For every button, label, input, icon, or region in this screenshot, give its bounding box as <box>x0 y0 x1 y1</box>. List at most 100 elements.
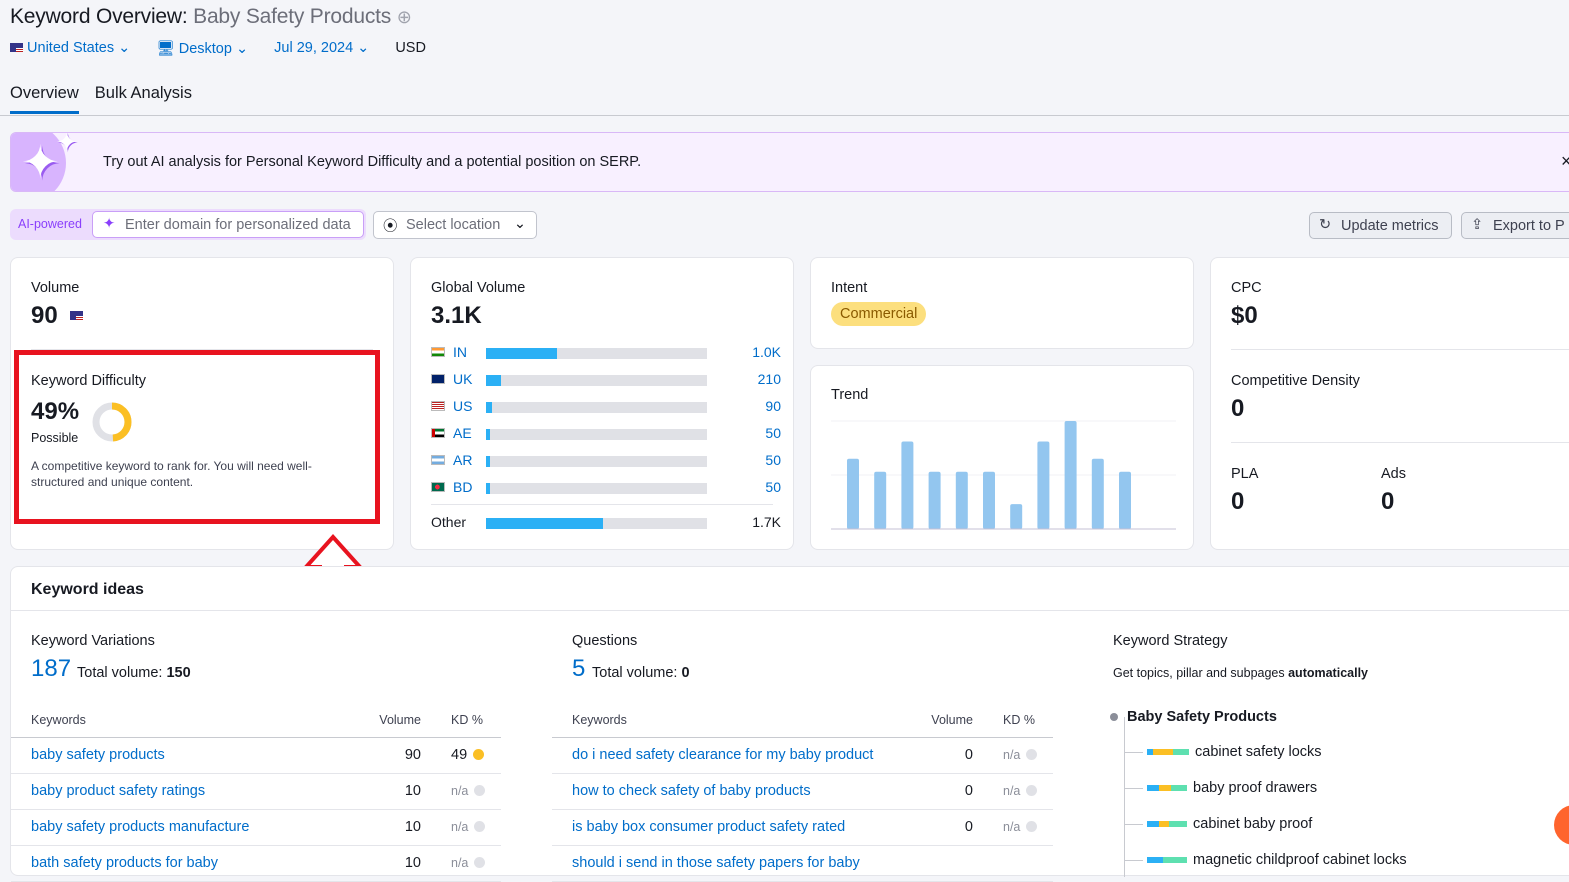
strategy-item[interactable]: cabinet safety locks <box>1125 744 1322 760</box>
table-row: do i need safety clearance for my baby p… <box>552 737 1053 774</box>
table-row: baby safety products manufacture 10 n/a <box>11 809 501 846</box>
trend-chart <box>831 420 1176 530</box>
share-bar <box>486 375 707 386</box>
share-bar <box>486 429 707 440</box>
share-bar <box>486 402 707 413</box>
global-volume-row-ar: AR 50 <box>431 452 781 468</box>
tree-root-dot <box>1110 713 1118 721</box>
trend-card: Trend <box>810 365 1194 550</box>
share-bar <box>486 456 707 467</box>
kd-dot <box>474 821 486 832</box>
trend-bar[interactable] <box>983 471 995 529</box>
uk-flag-icon <box>431 374 445 384</box>
tab-bulk-analysis[interactable]: Bulk Analysis <box>95 84 192 114</box>
trend-bar[interactable] <box>901 441 914 529</box>
location-select[interactable]: ⦿ Select location ⌄ <box>373 211 537 239</box>
device-select[interactable]: 🖥 Desktop ⌄ <box>156 40 248 57</box>
table-row: how to check safety of baby products 0 n/a <box>552 773 1053 810</box>
bd-flag-icon <box>431 482 445 492</box>
questions-table: Keywords Volume KD % do i need safety clear… <box>552 703 1053 882</box>
table-row: bath safety products for baby 10 n/a <box>11 845 501 882</box>
share-bar <box>486 483 707 494</box>
cpc-card: CPC $0 Competitive Density 0 PLA 0 Ads 0 <box>1210 257 1569 550</box>
trend-bar[interactable] <box>1010 504 1023 529</box>
table-row: baby product safety ratings 10 n/a <box>11 773 501 810</box>
share-bar <box>486 348 707 359</box>
highlight-box <box>14 350 380 524</box>
metric-pill-icon <box>1147 749 1189 755</box>
table-header: Keywords Volume KD % <box>11 703 501 738</box>
ae-flag-icon <box>431 428 445 438</box>
global-volume-row-bd: BD 50 <box>431 479 781 495</box>
global-volume-row-uk: UK 210 <box>431 371 781 387</box>
table-row: should i send in those safety papers for… <box>552 845 1053 882</box>
refresh-icon: ↻ <box>1319 217 1332 233</box>
keyword-link[interactable]: should i send in those safety papers for… <box>572 855 860 871</box>
intent-card: Intent Commercial <box>810 257 1194 349</box>
currency: USD <box>395 40 426 56</box>
kd-dot <box>1026 749 1038 760</box>
global-volume-row-in: IN 1.0K <box>431 344 781 360</box>
ar-flag-icon <box>431 455 445 465</box>
chevron-down-icon: ⌄ <box>235 41 249 57</box>
table-header: Keywords Volume KD % <box>552 703 1053 738</box>
global-volume-row-ae: AE 50 <box>431 425 781 441</box>
sparkle-icon: ✦ <box>103 216 116 232</box>
trend-bar[interactable] <box>1119 471 1131 529</box>
trend-bar[interactable] <box>1064 421 1077 529</box>
close-icon[interactable]: × <box>1561 151 1569 172</box>
trend-bar[interactable] <box>874 471 887 529</box>
strategy-item[interactable]: baby proof drawers <box>1125 780 1317 796</box>
keyword-link[interactable]: baby safety products manufacture <box>31 819 249 835</box>
kd-dot <box>473 749 485 760</box>
trend-bar[interactable] <box>1091 458 1104 529</box>
us-flag-icon <box>10 43 23 52</box>
global-volume-row-us: US 90 <box>431 398 781 414</box>
location-pin-icon: ⦿ <box>383 219 398 235</box>
domain-input[interactable]: ✦ Enter domain for personalized data <box>92 211 364 238</box>
global-volume-other: Other 1.7K <box>431 514 781 530</box>
keyword-link[interactable]: bath safety products for baby <box>31 855 218 871</box>
intent-badge: Commercial <box>831 302 927 326</box>
trend-bar[interactable] <box>928 471 941 529</box>
variations-table: Keywords Volume KD % baby safety products 90… <box>11 703 501 882</box>
divider <box>0 115 1569 116</box>
variations-count[interactable]: 187 <box>31 655 71 683</box>
trend-bar[interactable] <box>955 471 968 529</box>
trend-bar[interactable] <box>847 458 859 529</box>
metric-pill-icon <box>1147 821 1187 827</box>
keyword-link[interactable]: baby safety products <box>31 747 165 763</box>
tab-overview[interactable]: Overview <box>10 84 79 114</box>
us-flag-icon <box>70 311 83 320</box>
country-select[interactable]: United States ⌄ <box>10 40 130 57</box>
strategy-item[interactable]: magnetic childproof cabinet locks <box>1125 852 1407 868</box>
keyword-link[interactable]: baby product safety ratings <box>31 783 205 799</box>
strategy-root[interactable]: Baby Safety Products <box>1127 709 1277 725</box>
questions-count[interactable]: 5 <box>572 655 585 683</box>
upload-icon: ⇪ <box>1471 217 1484 233</box>
in-flag-icon <box>431 347 445 357</box>
strategy-item[interactable]: cabinet baby proof <box>1125 816 1312 832</box>
page-title: Keyword Overview: Baby Safety Products ⊕ <box>10 5 412 28</box>
kd-dot <box>474 857 486 868</box>
ai-analysis-link[interactable]: AI analysis <box>151 154 221 170</box>
metric-pill-icon <box>1147 785 1187 791</box>
us-flag-icon <box>431 401 445 411</box>
metric-pill-icon <box>1147 857 1187 863</box>
kd-dot <box>1026 785 1038 796</box>
ai-banner: ✦ ✦ Try out AI analysis for Personal Keyw… <box>10 132 1569 192</box>
export-button[interactable]: ⇪ Export to P <box>1461 212 1569 239</box>
trend-bar[interactable] <box>1037 441 1050 529</box>
ai-domain-box: AI-powered ✦ Enter domain for personalize… <box>10 209 366 240</box>
keyword-link[interactable]: how to check safety of baby products <box>572 783 811 799</box>
kd-dot <box>474 785 486 796</box>
table-row: baby safety products 90 49 <box>11 737 501 774</box>
sparkle-icon: ✦ ✦ <box>11 133 78 191</box>
table-row: is baby box consumer product safety rate… <box>552 809 1053 846</box>
keyword-link[interactable]: is baby box consumer product safety rate… <box>572 819 845 835</box>
date-select[interactable]: Jul 29, 2024 ⌄ <box>274 40 369 57</box>
keyword-ideas-section: Keyword ideas Keyword Variations 187 Tot… <box>10 566 1569 882</box>
update-metrics-button[interactable]: ↻ Update metrics <box>1309 212 1452 239</box>
keyword-link[interactable]: do i need safety clearance for my baby p… <box>572 747 873 763</box>
add-icon[interactable]: ⊕ <box>397 7 412 27</box>
